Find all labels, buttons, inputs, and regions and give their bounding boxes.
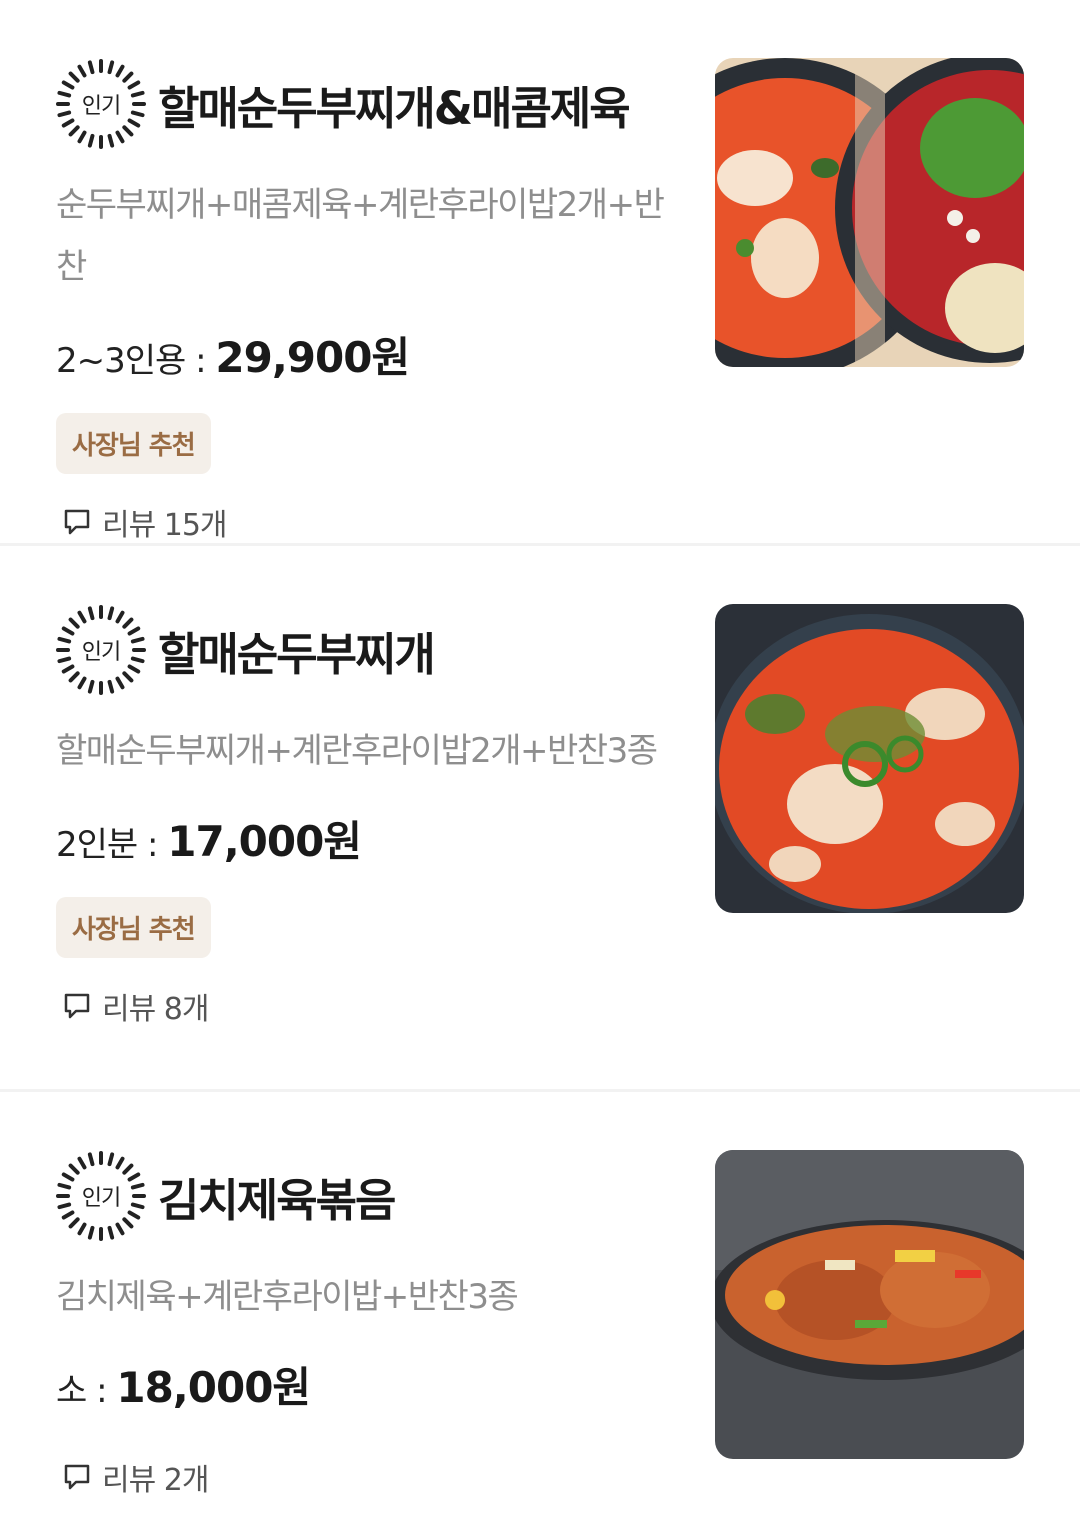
menu-item-info: 인기 할매순두부찌개 할매순두부찌개+계란후라이밥2개+반찬3종 2인분 : 1… (56, 602, 676, 1028)
menu-item-photo[interactable] (715, 58, 1024, 367)
popular-badge-label: 인기 (81, 94, 121, 119)
review-count-label: 리뷰 2개 (102, 1463, 209, 1498)
menu-item-photo[interactable] (715, 604, 1024, 913)
popular-badge-icon: 인기 (56, 1151, 146, 1241)
owner-recommend-tag: 사장님 추천 (56, 413, 211, 474)
review-count[interactable]: 리뷰 15개 (56, 500, 676, 544)
menu-item-price: 17,000원 (167, 817, 362, 866)
review-count[interactable]: 리뷰 2개 (56, 1455, 676, 1499)
menu-item[interactable]: 인기 김치제육볶음 김치제육+계란후라이밥+반찬3종 소 : 18,000원 리… (0, 1092, 1080, 1535)
menu-item-description: 순두부찌개+매콤제육+계란후라이밥2개+반찬 (56, 185, 665, 287)
menu-item-price-row: 2인분 : 17,000원 (56, 808, 676, 869)
menu-item-title: 할매순두부찌개 (158, 627, 436, 681)
popular-badge-label: 인기 (81, 1186, 121, 1211)
owner-recommend-tag: 사장님 추천 (56, 897, 211, 958)
menu-item-title-row: 인기 할매순두부찌개&매콤제육 (56, 56, 676, 152)
menu-item-title: 할매순두부찌개&매콤제육 (158, 81, 631, 135)
menu-item-size: 2~3인용 : (56, 341, 216, 381)
speech-bubble-icon (64, 509, 90, 535)
menu-item-photo[interactable] (715, 1150, 1024, 1459)
menu-item-price-row: 2~3인용 : 29,900원 (56, 324, 676, 385)
menu-item-info: 인기 할매순두부찌개&매콤제육 순두부찌개+매콤제육+계란후라이밥2개+반찬 2… (56, 56, 676, 544)
speech-bubble-icon (64, 1464, 90, 1490)
menu-item-description: 김치제육+계란후라이밥+반찬3종 (56, 1277, 519, 1317)
popular-badge-icon: 인기 (56, 605, 146, 695)
menu-item-title-row: 인기 김치제육볶음 (56, 1148, 676, 1244)
popular-badge-label: 인기 (81, 640, 121, 665)
review-count-label: 리뷰 8개 (102, 992, 209, 1027)
popular-badge-icon: 인기 (56, 59, 146, 149)
menu-item-size: 소 : (56, 1371, 117, 1411)
speech-bubble-icon (64, 993, 90, 1019)
review-count-label: 리뷰 15개 (102, 508, 228, 543)
review-count[interactable]: 리뷰 8개 (56, 984, 676, 1028)
menu-item-title-row: 인기 할매순두부찌개 (56, 602, 676, 698)
menu-list: 인기 할매순두부찌개&매콤제육 순두부찌개+매콤제육+계란후라이밥2개+반찬 2… (0, 0, 1080, 1535)
menu-item-size: 2인분 : (56, 825, 168, 865)
menu-item[interactable]: 인기 할매순두부찌개 할매순두부찌개+계란후라이밥2개+반찬3종 2인분 : 1… (0, 546, 1080, 1092)
menu-item[interactable]: 인기 할매순두부찌개&매콤제육 순두부찌개+매콤제육+계란후라이밥2개+반찬 2… (0, 0, 1080, 546)
menu-item-price-row: 소 : 18,000원 (56, 1354, 676, 1415)
menu-item-title: 김치제육볶음 (158, 1173, 396, 1227)
menu-item-price: 18,000원 (116, 1363, 311, 1412)
menu-item-info: 인기 김치제육볶음 김치제육+계란후라이밥+반찬3종 소 : 18,000원 리… (56, 1148, 676, 1499)
menu-item-description: 할매순두부찌개+계란후라이밥2개+반찬3종 (56, 731, 658, 771)
menu-item-price: 29,900원 (215, 333, 410, 382)
